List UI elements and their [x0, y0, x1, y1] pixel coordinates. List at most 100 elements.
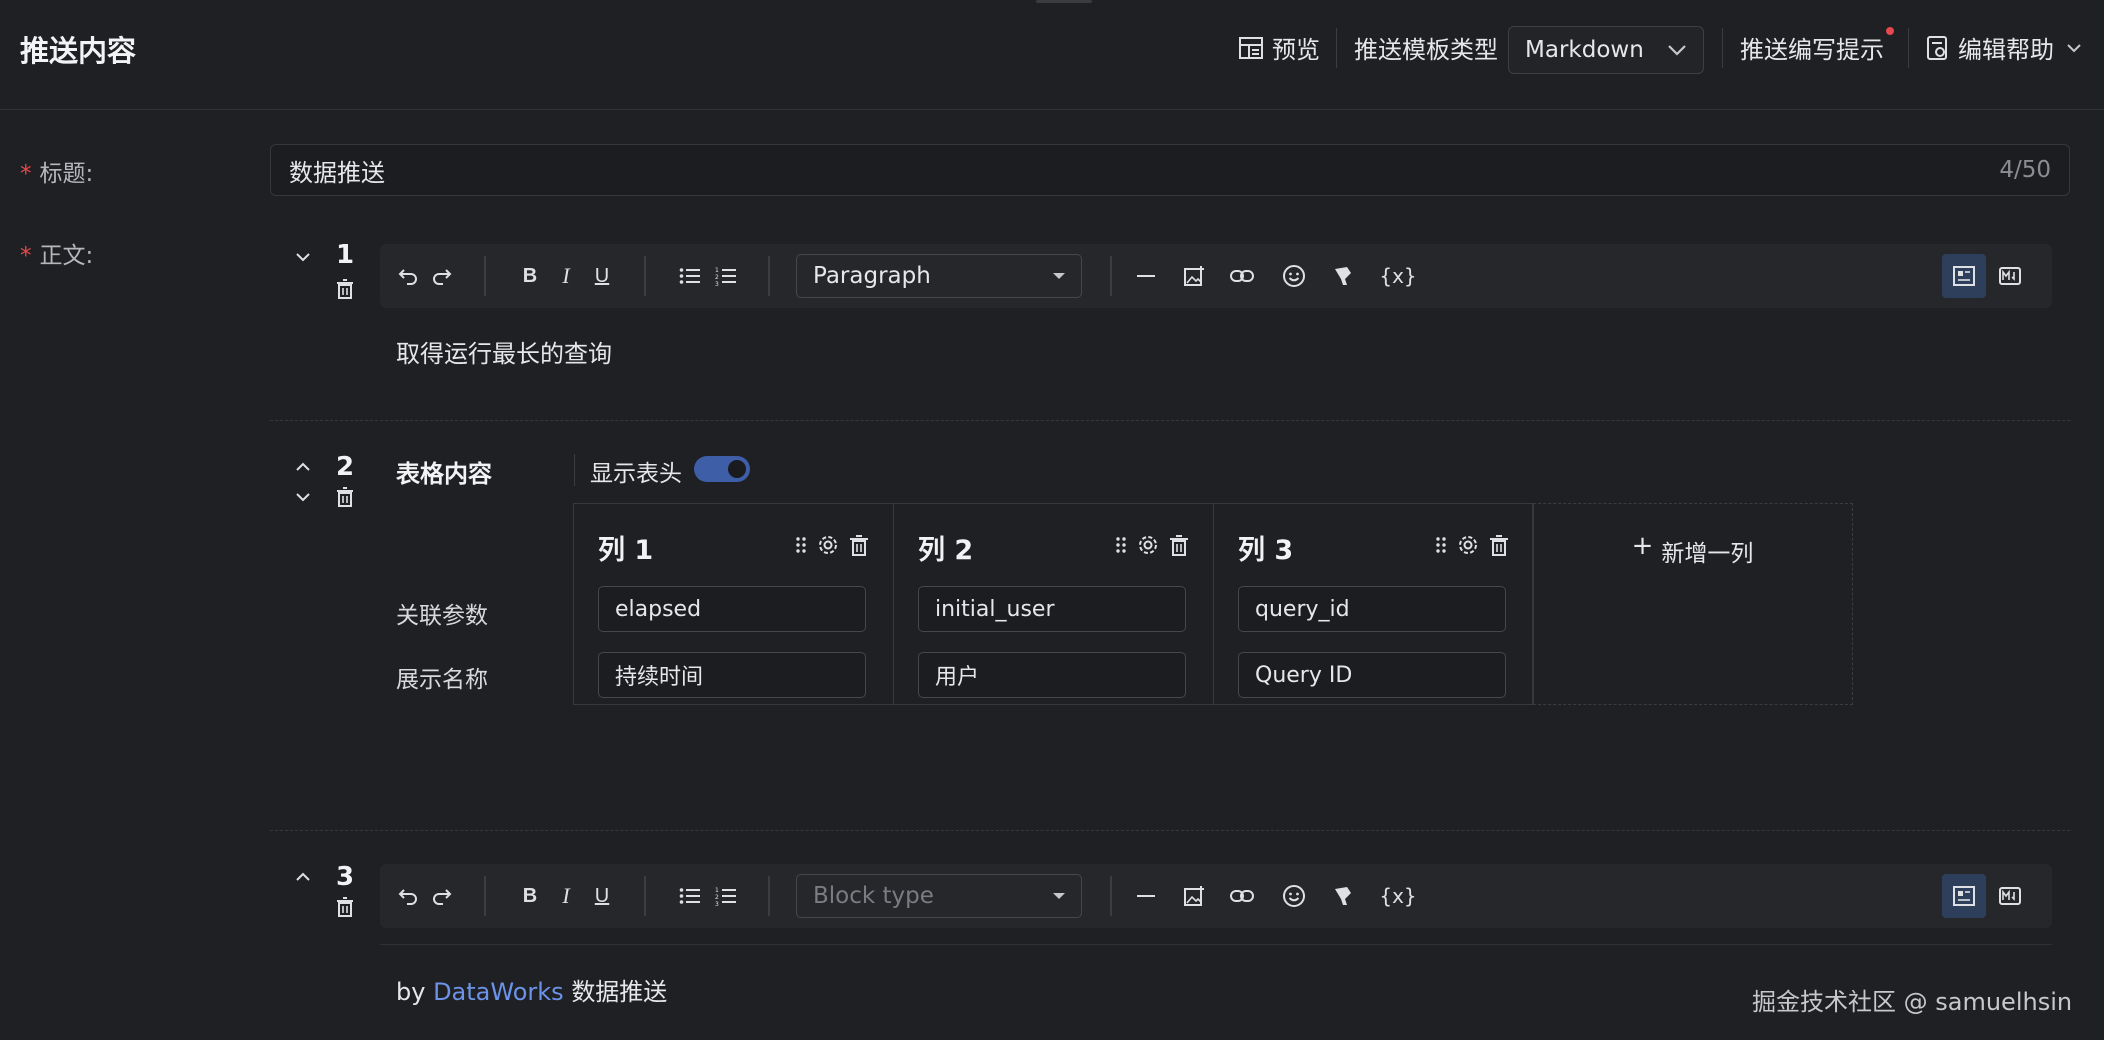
undo-icon: [398, 889, 417, 905]
delete-block-button[interactable]: [330, 894, 360, 920]
preview-label: 预览: [1272, 36, 1320, 64]
wysiwyg-mode-button[interactable]: [1942, 874, 1986, 918]
underline-button[interactable]: U: [586, 880, 618, 912]
markdown-mode-button[interactable]: [1988, 254, 2032, 298]
content-suffix: 数据推送: [571, 978, 668, 1006]
page: 推送内容 预览 推送模板类型 Markdown 推送编写提示 编辑帮助 * 标题…: [0, 0, 2104, 1040]
numbered-list-icon: 123: [715, 267, 736, 286]
insert-image-button[interactable]: [1178, 880, 1210, 912]
bullet-list-icon: [679, 268, 700, 284]
emoji-button[interactable]: [1278, 880, 1310, 912]
bold-button[interactable]: B: [514, 260, 546, 292]
insert-image-button[interactable]: [1178, 260, 1210, 292]
gear-icon[interactable]: [1137, 534, 1159, 556]
redo-button[interactable]: [426, 260, 458, 292]
insert-variable-button[interactable]: {x}: [1376, 260, 1420, 292]
title-label-text: 标题:: [39, 161, 94, 187]
link-icon: [1230, 890, 1254, 902]
dataworks-link[interactable]: DataWorks: [433, 978, 564, 1006]
horizontal-rule-button[interactable]: [1130, 260, 1162, 292]
bold-button[interactable]: B: [514, 880, 546, 912]
toolbar-underline: [380, 944, 2052, 945]
param-input[interactable]: elapsed: [598, 586, 866, 632]
block-type-placeholder: Block type: [813, 883, 934, 909]
insert-variable-button[interactable]: {x}: [1376, 880, 1420, 912]
delete-block-button[interactable]: [330, 276, 360, 302]
block-type-value: Paragraph: [813, 263, 931, 289]
rich-text-icon: [1953, 886, 1975, 906]
write-tips-button[interactable]: 推送编写提示: [1740, 30, 1884, 65]
redo-icon: [433, 269, 452, 285]
delete-block-button[interactable]: [330, 484, 360, 510]
trash-icon[interactable]: [1489, 534, 1509, 556]
undo-button[interactable]: [392, 260, 424, 292]
emoji-icon: [1283, 265, 1305, 287]
template-type-text: 推送模板类型: [1354, 36, 1498, 64]
markdown-icon: [1999, 267, 2021, 285]
numbered-list-button[interactable]: 123: [710, 880, 742, 912]
gear-icon[interactable]: [1457, 534, 1479, 556]
trash-icon[interactable]: [1169, 534, 1189, 556]
drag-handle-icon[interactable]: [795, 535, 807, 555]
title-input[interactable]: 数据推送 4/50: [270, 144, 2070, 196]
insert-link-button[interactable]: [1226, 880, 1258, 912]
edit-help-button[interactable]: 编辑帮助: [1926, 30, 2082, 65]
toolbar-divider: [484, 256, 486, 296]
block-number: 1: [336, 240, 355, 270]
insert-link-button[interactable]: [1226, 260, 1258, 292]
highlight-button[interactable]: [1328, 880, 1360, 912]
column-actions: [1435, 534, 1509, 556]
redo-button[interactable]: [426, 880, 458, 912]
trash-icon: [337, 487, 353, 507]
display-name-input[interactable]: 用户: [918, 652, 1186, 698]
add-column-button[interactable]: + 新增一列: [1533, 503, 1853, 705]
numbered-list-button[interactable]: 123: [710, 260, 742, 292]
display-name-input[interactable]: 持续时间: [598, 652, 866, 698]
link-icon: [1230, 270, 1254, 282]
block-type-select[interactable]: Block type: [796, 874, 1082, 918]
param-input[interactable]: initial_user: [918, 586, 1186, 632]
move-up-button[interactable]: [288, 864, 318, 890]
block-3-content[interactable]: by DataWorks 数据推送: [396, 972, 667, 1007]
display-name-input[interactable]: Query ID: [1238, 652, 1506, 698]
row-label-display: 展示名称: [396, 667, 488, 693]
template-type-select[interactable]: Markdown: [1508, 26, 1704, 74]
horizontal-rule-icon: [1137, 895, 1155, 897]
italic-button[interactable]: I: [550, 880, 582, 912]
preview-button[interactable]: 预览: [1238, 30, 1320, 65]
move-up-button[interactable]: [288, 454, 318, 480]
column-table: 列 1 elapsed 持续时间 列 2 initial_user 用户 列 3: [573, 503, 1534, 705]
underline-button[interactable]: U: [586, 260, 618, 292]
divider: [1908, 28, 1909, 68]
param-input[interactable]: query_id: [1238, 586, 1506, 632]
undo-button[interactable]: [392, 880, 424, 912]
gear-icon[interactable]: [817, 534, 839, 556]
wysiwyg-mode-button[interactable]: [1942, 254, 1986, 298]
bullet-list-button[interactable]: [674, 260, 706, 292]
block-type-select[interactable]: Paragraph: [796, 254, 1082, 298]
chevron-down-icon: [2067, 43, 2081, 52]
block-separator: [270, 420, 2070, 421]
toolbar-divider: [484, 876, 486, 916]
bullet-list-button[interactable]: [674, 880, 706, 912]
markdown-icon: [1999, 887, 2021, 905]
show-header-label: 显示表头: [590, 461, 682, 487]
show-header-toggle[interactable]: [694, 456, 750, 482]
drag-handle-icon[interactable]: [1115, 535, 1127, 555]
block-1-content[interactable]: 取得运行最长的查询: [396, 334, 612, 369]
emoji-button[interactable]: [1278, 260, 1310, 292]
italic-button[interactable]: I: [550, 260, 582, 292]
highlight-button[interactable]: [1328, 260, 1360, 292]
markdown-mode-button[interactable]: [1988, 874, 2032, 918]
trash-icon[interactable]: [849, 534, 869, 556]
move-down-button[interactable]: [288, 484, 318, 510]
highlighter-icon: [1335, 267, 1351, 285]
collapse-block-button[interactable]: [288, 244, 318, 270]
image-icon: [1184, 886, 1204, 906]
toolbar-divider: [644, 876, 646, 916]
undo-icon: [398, 269, 417, 285]
drag-handle-icon[interactable]: [1435, 535, 1447, 555]
svg-text:1: 1: [715, 267, 719, 274]
horizontal-rule-button[interactable]: [1130, 880, 1162, 912]
document-help-icon: [1927, 35, 1947, 60]
